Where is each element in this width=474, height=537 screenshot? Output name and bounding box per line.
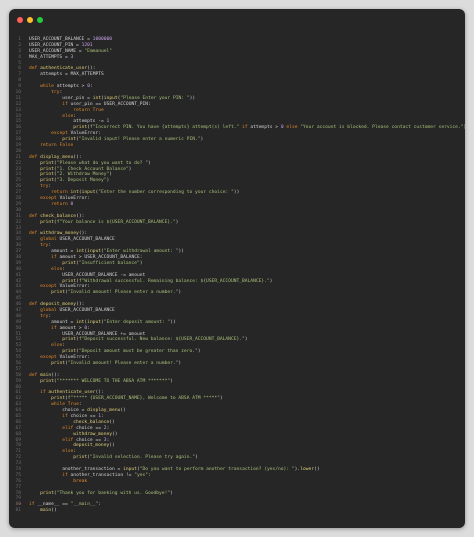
code-line[interactable]: 81 main() [9, 508, 465, 514]
code-text: attempts -= 1 [73, 119, 110, 125]
code-text: if __name__ == "__main__": [29, 502, 102, 508]
maximize-window-icon[interactable] [37, 17, 43, 23]
code-text: return False [40, 143, 74, 149]
code-text: print("Invalid input! Please enter a num… [62, 137, 204, 143]
code-text: print("Invalid amount! Please enter a nu… [51, 290, 182, 296]
code-text: elif choice == 3: [62, 437, 110, 443]
code-text: while attempts > 0: [40, 84, 93, 90]
code-text: if authenticate_user(): [40, 390, 104, 396]
code-text: if amount > USER_ACCOUNT_BALANCE: [51, 254, 143, 260]
window-titlebar [9, 9, 465, 31]
code-text: def main(): [29, 372, 60, 378]
code-text: elif choice == 2: [62, 425, 110, 431]
code-text: USER_ACCOUNT_BALANCE -= amount [62, 272, 146, 278]
code-text: print(f"Your balance is ${USER_ACCOUNT_B… [40, 219, 179, 225]
code-text: else: [51, 343, 65, 349]
code-text: return int(input("Enter the number corre… [51, 190, 240, 196]
code-text: if user_pin == USER_ACCOUNT_PIN: [62, 101, 151, 107]
code-text: attempts = MAX_ATTEMPTS [40, 72, 104, 78]
code-window: 1 USER_ACCOUNT_BALANCE = 1000000 2 USER_ACC… [9, 9, 465, 528]
code-text: def withdraw_money(): [29, 231, 88, 237]
code-text: print("1. Check Account Balance") [40, 166, 132, 172]
code-text: while True: [51, 402, 82, 408]
code-text: print("Please what do you want to do? ") [40, 160, 151, 166]
code-editor[interactable]: 1 USER_ACCOUNT_BALANCE = 1000000 2 USER_ACC… [9, 37, 465, 514]
code-text: USER_ACCOUNT_PIN = 1201 [29, 42, 93, 48]
code-text: def display_menu(): [29, 154, 82, 160]
code-text: global USER_ACCOUNT_BALANCE [40, 307, 115, 313]
code-text: print("Invalid amount! Please enter a nu… [51, 360, 182, 366]
code-text: return 0 [51, 201, 74, 207]
code-text: MAX_ATTEMPTS = 3 [29, 54, 74, 60]
code-text: break [73, 478, 88, 484]
code-text: else: [62, 449, 77, 455]
code-text: try: [40, 313, 52, 319]
code-text: print("2. Withdraw Money") [40, 172, 113, 178]
code-text: def check_balance(): [29, 213, 85, 219]
code-text: return True [73, 107, 104, 113]
code-text: print(f"Deposit successful. New balance:… [62, 337, 248, 343]
code-text: print("Deposit amount must be greater th… [62, 349, 201, 355]
code-text: print("3. Deposit Money") [40, 178, 110, 184]
code-text: print("Thank you for banking with us. Go… [40, 490, 173, 496]
code-text: main() [40, 508, 57, 514]
code-text: print(f"Incorrect PIN. You have {attempt… [73, 125, 465, 131]
code-text: amount = int(input("Enter withdrawal amo… [51, 249, 185, 255]
code-text: check_balance() [73, 419, 115, 425]
code-text: if amount > 0: [51, 325, 90, 331]
code-text: withdraw_money() [73, 431, 118, 437]
code-text: user_pin = int(input("Please Enter your … [62, 95, 196, 101]
code-text: print("******* WELCOME TO THE ABSA ATM *… [40, 378, 173, 384]
code-text: except ValueError: [51, 131, 101, 137]
code-text: deposit_money() [73, 443, 115, 449]
code-text: USER_ACCOUNT_NAME = "Emmanuel" [29, 48, 113, 54]
code-text: if another_transaction != "yes": [62, 472, 151, 478]
minimize-window-icon[interactable] [27, 17, 33, 23]
code-text: print("Invalid selection. Please try aga… [73, 455, 198, 461]
code-text: print("Insufficient balance") [62, 260, 143, 266]
code-text: def authenticate_user(): [29, 66, 96, 72]
code-text: USER_ACCOUNT_BALANCE += amount [62, 331, 146, 337]
code-text: else: [51, 266, 65, 272]
code-text: except ValueError: [40, 284, 90, 290]
line-number: 81 [15, 508, 21, 514]
code-text: print(f"Withdrawal successful. Remaining… [62, 278, 273, 284]
code-text: if choice == 1: [62, 414, 104, 419]
code-text: another_transaction = input("Do you want… [62, 467, 320, 473]
code-text: choice = display_menu() [62, 408, 126, 414]
code-text: except ValueError: [40, 196, 90, 202]
code-text: except ValueError: [40, 355, 90, 361]
code-text: try: [40, 243, 52, 249]
code-text: else: [62, 113, 77, 119]
code-text: try: [40, 184, 52, 190]
code-text: try: [51, 90, 63, 96]
code-text: USER_ACCOUNT_BALANCE = 1000000 [29, 37, 113, 42]
code-text: print(f"***** {USER_ACCOUNT_NAME}, Welco… [51, 396, 223, 402]
code-text: amount = int(input("Enter deposit amount… [51, 319, 176, 325]
code-text: global USER_ACCOUNT_BALANCE [40, 237, 115, 243]
close-window-icon[interactable] [17, 17, 23, 23]
code-text: def deposit_money(): [29, 302, 85, 308]
